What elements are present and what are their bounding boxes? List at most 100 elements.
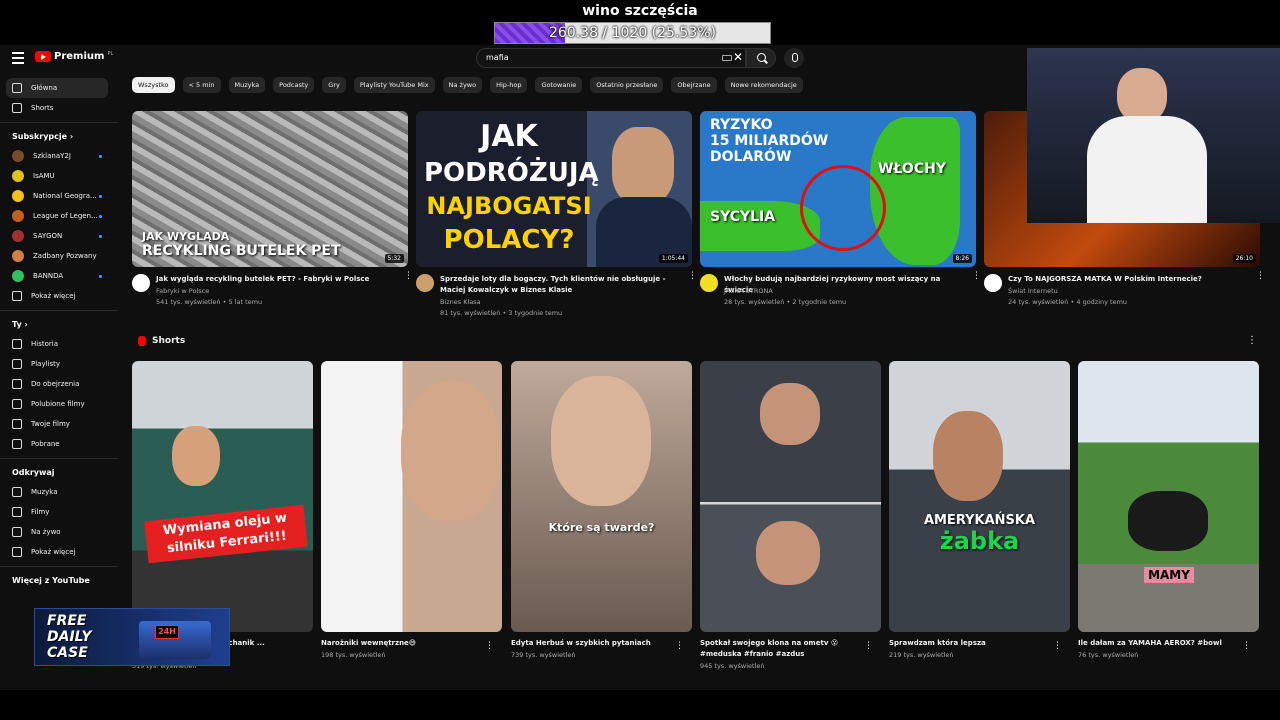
channel-avatar[interactable] bbox=[700, 274, 718, 292]
filter-chip[interactable]: Gry bbox=[322, 77, 346, 93]
sidebar-item-playlisty[interactable]: Playlisty bbox=[6, 354, 108, 374]
sidebar-item-pokaż-więcej[interactable]: Pokaż więcej bbox=[6, 542, 108, 562]
more-options-icon[interactable]: ⋮ bbox=[864, 641, 873, 651]
channel-name[interactable]: Fabryki w Polsce bbox=[156, 286, 209, 297]
youtube-logo[interactable]: Premium PL bbox=[35, 51, 113, 62]
video-card[interactable]: RYZYKO 15 MILIARDÓW DOLARÓW SYCYLIA WŁOC… bbox=[700, 111, 981, 324]
ad-text: FREE DAILY CASE bbox=[47, 613, 117, 661]
shorts-more-icon[interactable]: ⋮ bbox=[1247, 335, 1257, 346]
short-title[interactable]: Ile dałam za YAMAHA AEROX? #bowl bbox=[1078, 638, 1243, 649]
sidebar-item-league-of-legen-[interactable]: League of Legen... bbox=[6, 206, 108, 226]
sidebar-item-saygon[interactable]: SAYGON bbox=[6, 226, 108, 246]
filter-chip[interactable]: < 5 min bbox=[182, 77, 221, 93]
channel-name[interactable]: JASNA STRONA bbox=[724, 286, 773, 297]
short-thumbnail[interactable] bbox=[700, 361, 881, 632]
filter-chip[interactable]: Obejrzane bbox=[671, 77, 717, 93]
download-icon bbox=[12, 439, 22, 449]
chevron-down-icon bbox=[12, 547, 22, 557]
video-title[interactable]: Sprzedaje loty dla bogaczy. Tych klientó… bbox=[440, 274, 678, 296]
sidebar-item-główna[interactable]: Główna bbox=[6, 78, 108, 98]
more-options-icon[interactable]: ⋮ bbox=[972, 272, 981, 281]
sidebar-item-shorts[interactable]: Shorts bbox=[6, 98, 108, 118]
short-title[interactable]: Spotkał swojego klona na ometv 😮 #medusk… bbox=[700, 638, 865, 660]
search-button[interactable] bbox=[746, 48, 776, 68]
sidebar-heading[interactable]: Subskrypcje › bbox=[12, 132, 73, 141]
filter-chip[interactable]: Nowe rekomendacje bbox=[724, 77, 803, 93]
video-title[interactable]: Jak wygląda recykling butelek PET? - Fab… bbox=[156, 274, 394, 285]
short-card[interactable]: Narożniki wewnętrzne😅 198 tys. wyświetle… bbox=[321, 361, 502, 659]
video-thumbnail[interactable]: JAK PODRÓŻUJĄ NAJBOGATSI POLACY? 1:05:44 bbox=[416, 111, 692, 267]
thumbnail-text: PODRÓŻUJĄ bbox=[424, 158, 599, 188]
short-card[interactable]: Spotkał swojego klona na ometv 😮 #medusk… bbox=[700, 361, 881, 670]
video-card[interactable]: JAK WYGLĄDA RECYKLING BUTELEK PET 5:32 J… bbox=[132, 111, 413, 324]
keyboard-icon[interactable] bbox=[722, 55, 732, 61]
more-options-icon[interactable]: ⋮ bbox=[688, 272, 697, 281]
channel-name[interactable]: Świat Internetu bbox=[1008, 286, 1058, 297]
sidebar-item-national-geogra-[interactable]: National Geogra... bbox=[6, 186, 108, 206]
short-card[interactable]: Które są twarde? Edyta Herbuś w szybkich… bbox=[511, 361, 692, 659]
short-card[interactable]: AMERYKAŃSKA żabka Sprawdzam która lepsza… bbox=[889, 361, 1070, 659]
channel-avatar[interactable] bbox=[984, 274, 1002, 292]
logo-text: Premium bbox=[54, 51, 105, 62]
video-card[interactable]: JAK PODRÓŻUJĄ NAJBOGATSI POLACY? 1:05:44… bbox=[416, 111, 697, 324]
filter-chip[interactable]: Ostatnio przesłane bbox=[590, 77, 664, 93]
daily-case-ad[interactable]: FREE DAILY CASE 24H bbox=[34, 608, 230, 666]
case-icon: 24H bbox=[139, 621, 211, 659]
filter-chip[interactable]: Gotowanie bbox=[535, 77, 583, 93]
sidebar-item-historia[interactable]: Historia bbox=[6, 334, 108, 354]
person-photo bbox=[933, 411, 1003, 501]
short-card[interactable]: MAMY Ile dałam za YAMAHA AEROX? #bowl 76… bbox=[1078, 361, 1259, 659]
sidebar-heading[interactable]: Więcej z YouTube bbox=[12, 576, 90, 585]
short-title[interactable]: Sprawdzam która lepsza bbox=[889, 638, 1054, 649]
short-title[interactable]: Edyta Herbuś w szybkich pytaniach bbox=[511, 638, 676, 649]
more-options-icon[interactable]: ⋮ bbox=[485, 641, 494, 651]
short-thumbnail[interactable] bbox=[321, 361, 502, 632]
short-thumbnail[interactable]: MAMY bbox=[1078, 361, 1259, 632]
video-thumbnail[interactable]: JAK WYGLĄDA RECYKLING BUTELEK PET 5:32 bbox=[132, 111, 408, 267]
more-options-icon[interactable]: ⋮ bbox=[1242, 641, 1251, 651]
video-thumbnail[interactable]: RYZYKO 15 MILIARDÓW DOLARÓW SYCYLIA WŁOC… bbox=[700, 111, 976, 267]
sidebar-item-muzyka[interactable]: Muzyka bbox=[6, 482, 108, 502]
sidebar-item-na-żywo[interactable]: Na żywo bbox=[6, 522, 108, 542]
sidebar-item-label: Playlisty bbox=[31, 360, 61, 368]
more-options-icon[interactable]: ⋮ bbox=[1053, 641, 1062, 651]
sidebar-item-twoje-filmy[interactable]: Twoje filmy bbox=[6, 414, 108, 434]
video-title[interactable]: Czy To NAJGORSZA MATKA W Polskim Interne… bbox=[1008, 274, 1246, 285]
sidebar-item-label: IsAMU bbox=[33, 172, 55, 180]
sidebar-heading[interactable]: Odkrywaj bbox=[12, 468, 55, 477]
clear-search-icon[interactable]: ✕ bbox=[733, 50, 743, 64]
short-caption: żabka bbox=[939, 527, 1020, 555]
thumbnail-text: SYCYLIA bbox=[710, 209, 776, 225]
sidebar-item-do-obejrzenia[interactable]: Do obejrzenia bbox=[6, 374, 108, 394]
filter-chip[interactable]: Muzyka bbox=[228, 77, 266, 93]
short-thumbnail[interactable]: Wymiana oleju w silniku Ferrari!!! bbox=[132, 361, 313, 632]
short-thumbnail[interactable]: AMERYKAŃSKA żabka bbox=[889, 361, 1070, 632]
sidebar-item-filmy[interactable]: Filmy bbox=[6, 502, 108, 522]
short-title[interactable]: Narożniki wewnętrzne😅 bbox=[321, 638, 486, 649]
sidebar-item-bannda[interactable]: BANNDA bbox=[6, 266, 108, 286]
more-options-icon[interactable]: ⋮ bbox=[404, 272, 413, 281]
filter-chip[interactable]: Wszystko bbox=[132, 77, 175, 93]
sidebar-item-label: Pokaż więcej bbox=[31, 548, 76, 556]
more-options-icon[interactable]: ⋮ bbox=[675, 641, 684, 651]
sidebar-item-polubione-filmy[interactable]: Polubione filmy bbox=[6, 394, 108, 414]
channel-avatar[interactable] bbox=[416, 274, 434, 292]
sidebar-item-pokaż-więcej[interactable]: Pokaż więcej bbox=[6, 286, 108, 306]
search-input[interactable] bbox=[486, 53, 706, 62]
filter-chip[interactable]: Podcasty bbox=[273, 77, 315, 93]
channel-avatar bbox=[12, 230, 24, 242]
sidebar-item-zadbany-pozwany[interactable]: Zadbany Pozwany bbox=[6, 246, 108, 266]
voice-search-icon[interactable] bbox=[784, 48, 804, 68]
filter-chip[interactable]: Hip-hop bbox=[490, 77, 528, 93]
filter-chip[interactable]: Playlisty YouTube Mix bbox=[353, 77, 435, 93]
channel-avatar[interactable] bbox=[132, 274, 150, 292]
sidebar-item-pobrane[interactable]: Pobrane bbox=[6, 434, 108, 454]
sidebar-item-szklanay2j[interactable]: SzklanaY2J bbox=[6, 146, 108, 166]
menu-icon[interactable] bbox=[12, 52, 24, 64]
sidebar-heading[interactable]: Ty › bbox=[12, 320, 28, 329]
short-thumbnail[interactable]: Które są twarde? bbox=[511, 361, 692, 632]
more-options-icon[interactable]: ⋮ bbox=[1256, 272, 1265, 281]
sidebar-item-isamu[interactable]: IsAMU bbox=[6, 166, 108, 186]
channel-name[interactable]: Biznes Klasa bbox=[440, 297, 481, 308]
filter-chip[interactable]: Na żywo bbox=[442, 77, 483, 93]
